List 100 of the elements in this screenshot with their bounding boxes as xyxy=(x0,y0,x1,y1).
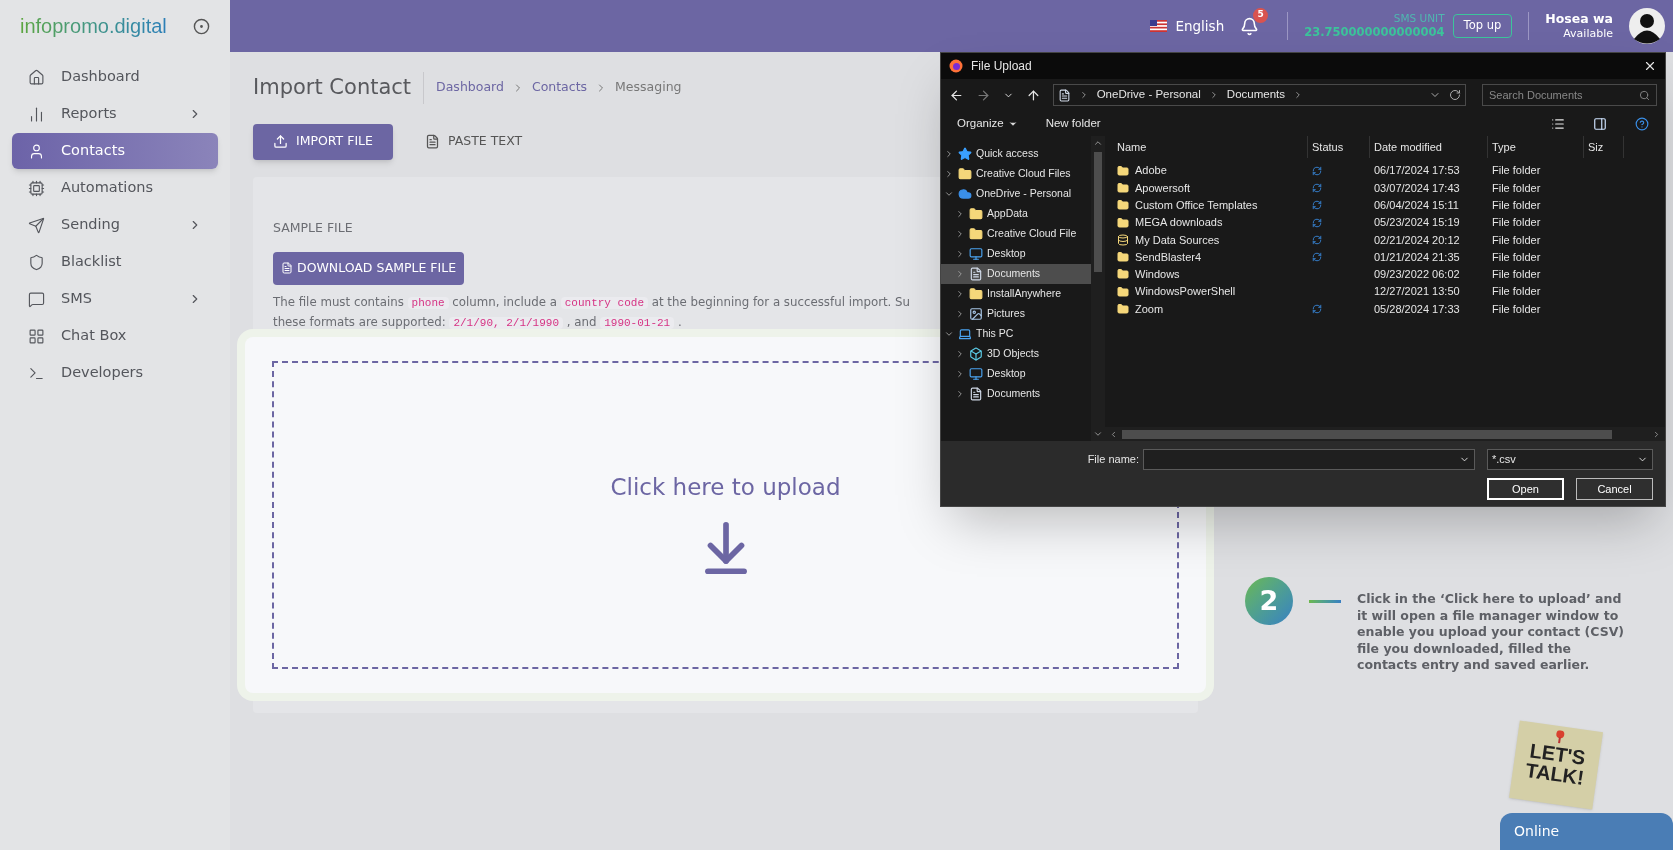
chevron-icon xyxy=(1093,138,1103,148)
tree-item[interactable]: Desktop xyxy=(941,364,1091,384)
close-icon[interactable] xyxy=(1643,59,1657,73)
tree-item[interactable]: Documents xyxy=(941,264,1091,284)
folder-icon xyxy=(958,167,972,181)
file-row[interactable]: Zoom 05/28/2024 17:33 File folder xyxy=(1105,300,1665,318)
file-date: 06/04/2024 15:11 xyxy=(1373,198,1460,213)
folder-icon xyxy=(1117,164,1129,177)
chat-icon xyxy=(28,290,45,308)
path-segment[interactable]: OneDrive - Personal xyxy=(1096,86,1201,104)
back-icon[interactable] xyxy=(949,87,964,103)
file-row[interactable]: Custom Office Templates 06/04/2024 15:11 File folder xyxy=(1105,196,1665,214)
file-row[interactable]: My Data Sources 02/21/2024 20:12 File folder xyxy=(1105,231,1665,249)
tab[interactable]: PASTE TEXT xyxy=(405,123,543,160)
language-selector[interactable]: English xyxy=(1175,15,1225,37)
sidebar-item[interactable]: SMS xyxy=(12,281,218,317)
file-type-dropdown[interactable]: *.csv xyxy=(1487,449,1653,470)
tree-item[interactable]: Creative Cloud Files xyxy=(941,164,1091,184)
file-row[interactable]: Adobe 06/17/2024 17:53 File folder xyxy=(1105,162,1665,180)
page-title: Import Contact xyxy=(253,72,425,104)
file-name: Apowersoft xyxy=(1135,180,1191,196)
breadcrumb[interactable]: Dashboard xyxy=(436,78,504,98)
chat-widget-tab[interactable]: Online xyxy=(1500,813,1673,850)
toggle-icon[interactable] xyxy=(193,17,210,35)
tree-item[interactable]: AppData xyxy=(941,204,1091,224)
image-icon xyxy=(969,307,983,321)
tutorial-text: Click in the ‘Click here to upload’ and it will open a file manager window to enable you upload your contact (CSV) file you downloaded, filled the contacts entry and saved earlier. xyxy=(1357,591,1626,674)
file-row[interactable]: Windows 09/23/2022 06:02 File folder xyxy=(1105,265,1665,284)
tree-item[interactable]: Pictures xyxy=(941,304,1091,324)
column-header[interactable]: Name xyxy=(1113,136,1308,158)
folder-icon xyxy=(1117,181,1129,194)
file-row[interactable]: SendBlaster4 01/21/2024 21:35 File folder xyxy=(1105,248,1665,266)
column-header[interactable]: Date modified xyxy=(1370,136,1488,158)
path-segment[interactable]: Documents xyxy=(1226,86,1285,104)
file-date: 06/17/2024 17:53 xyxy=(1373,163,1461,179)
sidebar-item[interactable]: Chat Box xyxy=(12,318,218,354)
toolbar-button[interactable]: Organize xyxy=(957,114,1018,133)
up-icon[interactable] xyxy=(1025,87,1041,103)
tree-item[interactable]: OneDrive - Personal xyxy=(941,184,1091,204)
toolbar-button[interactable]: New folder xyxy=(1045,114,1101,133)
view-icon[interactable] xyxy=(1551,116,1565,131)
file-row[interactable]: WindowsPowerShell 12/27/2021 13:50 File folder xyxy=(1105,283,1665,301)
top-up-button[interactable]: Top up xyxy=(1452,14,1513,38)
scrollbar[interactable] xyxy=(1105,427,1665,441)
tree-item[interactable]: Documents xyxy=(941,384,1091,404)
column-header[interactable]: Status xyxy=(1308,136,1370,158)
sidebar-item[interactable]: Blacklist xyxy=(12,244,218,280)
address-bar[interactable]: OneDrive - Personal Documents xyxy=(1052,84,1467,106)
user-icon xyxy=(28,142,45,160)
section-label: SAMPLE FILE xyxy=(273,219,353,235)
note-text: LET'S TALK! xyxy=(1523,740,1588,788)
breadcrumb[interactable]: Contacts xyxy=(531,78,588,98)
sms-unit-value: 23.750000000000004 xyxy=(1304,25,1445,40)
avatar-icon[interactable] xyxy=(1629,8,1665,44)
refresh-icon[interactable] xyxy=(1449,89,1462,101)
computer-icon xyxy=(958,327,972,341)
sidebar-item[interactable]: Sending xyxy=(12,207,218,243)
file-name: Custom Office Templates xyxy=(1135,198,1258,213)
tab[interactable]: IMPORT FILE xyxy=(253,123,393,160)
tree-item[interactable]: Quick access xyxy=(941,144,1091,164)
chevron-icon xyxy=(1293,90,1303,100)
folder-icon xyxy=(1117,303,1129,315)
file-date: 01/21/2024 21:35 xyxy=(1373,249,1461,265)
sidebar-item[interactable]: Developers xyxy=(12,355,218,391)
dialog-button[interactable]: Cancel xyxy=(1576,478,1653,500)
tree-item[interactable]: Creative Cloud File xyxy=(941,224,1091,244)
preview-pane-icon[interactable] xyxy=(1593,116,1607,131)
help-icon[interactable] xyxy=(1635,116,1649,131)
scrollbar-thumb[interactable] xyxy=(1094,152,1102,272)
file-row[interactable]: Apowersoft 03/07/2024 17:43 File folder xyxy=(1105,179,1665,197)
sidebar-item[interactable]: Contacts xyxy=(12,133,218,169)
sidebar-item[interactable]: Automations xyxy=(12,170,218,206)
star-icon xyxy=(958,147,972,161)
bell-icon[interactable] xyxy=(1240,16,1260,36)
sticky-note[interactable]: LET'S TALK! xyxy=(1509,720,1603,810)
tree-item[interactable]: InstallAnywhere xyxy=(941,284,1091,304)
bar-chart-icon xyxy=(28,105,45,123)
file-type: File folder xyxy=(1491,198,1542,213)
sidebar-item[interactable]: Reports xyxy=(12,96,218,132)
scrollbar-thumb[interactable] xyxy=(1122,429,1612,439)
chevron-icon xyxy=(1652,429,1661,439)
file-type: File folder xyxy=(1491,180,1542,196)
dialog-button[interactable]: Open xyxy=(1487,478,1564,500)
file-row[interactable]: MEGA downloads 05/23/2024 15:19 File folder xyxy=(1105,213,1665,232)
file-date: 05/28/2024 17:33 xyxy=(1373,301,1461,317)
search-field[interactable]: Search Documents xyxy=(1482,84,1657,106)
tree-item[interactable]: This PC xyxy=(941,324,1091,344)
column-header[interactable]: Siz xyxy=(1584,136,1624,158)
folder-icon xyxy=(969,287,983,301)
folder-icon xyxy=(1117,285,1129,298)
download-sample-button[interactable]: DOWNLOAD SAMPLE FILE xyxy=(273,251,465,285)
column-header[interactable]: Type xyxy=(1488,136,1584,158)
folder-icon xyxy=(1117,216,1129,229)
filename-field[interactable] xyxy=(1143,449,1475,470)
sidebar-item[interactable]: Dashboard xyxy=(12,59,218,95)
cloud-icon xyxy=(958,187,972,201)
scrollbar[interactable] xyxy=(1091,136,1105,441)
upload-prompt: Click here to upload xyxy=(610,473,841,503)
tree-item[interactable]: Desktop xyxy=(941,244,1091,264)
forward-icon[interactable] xyxy=(975,87,991,103)
